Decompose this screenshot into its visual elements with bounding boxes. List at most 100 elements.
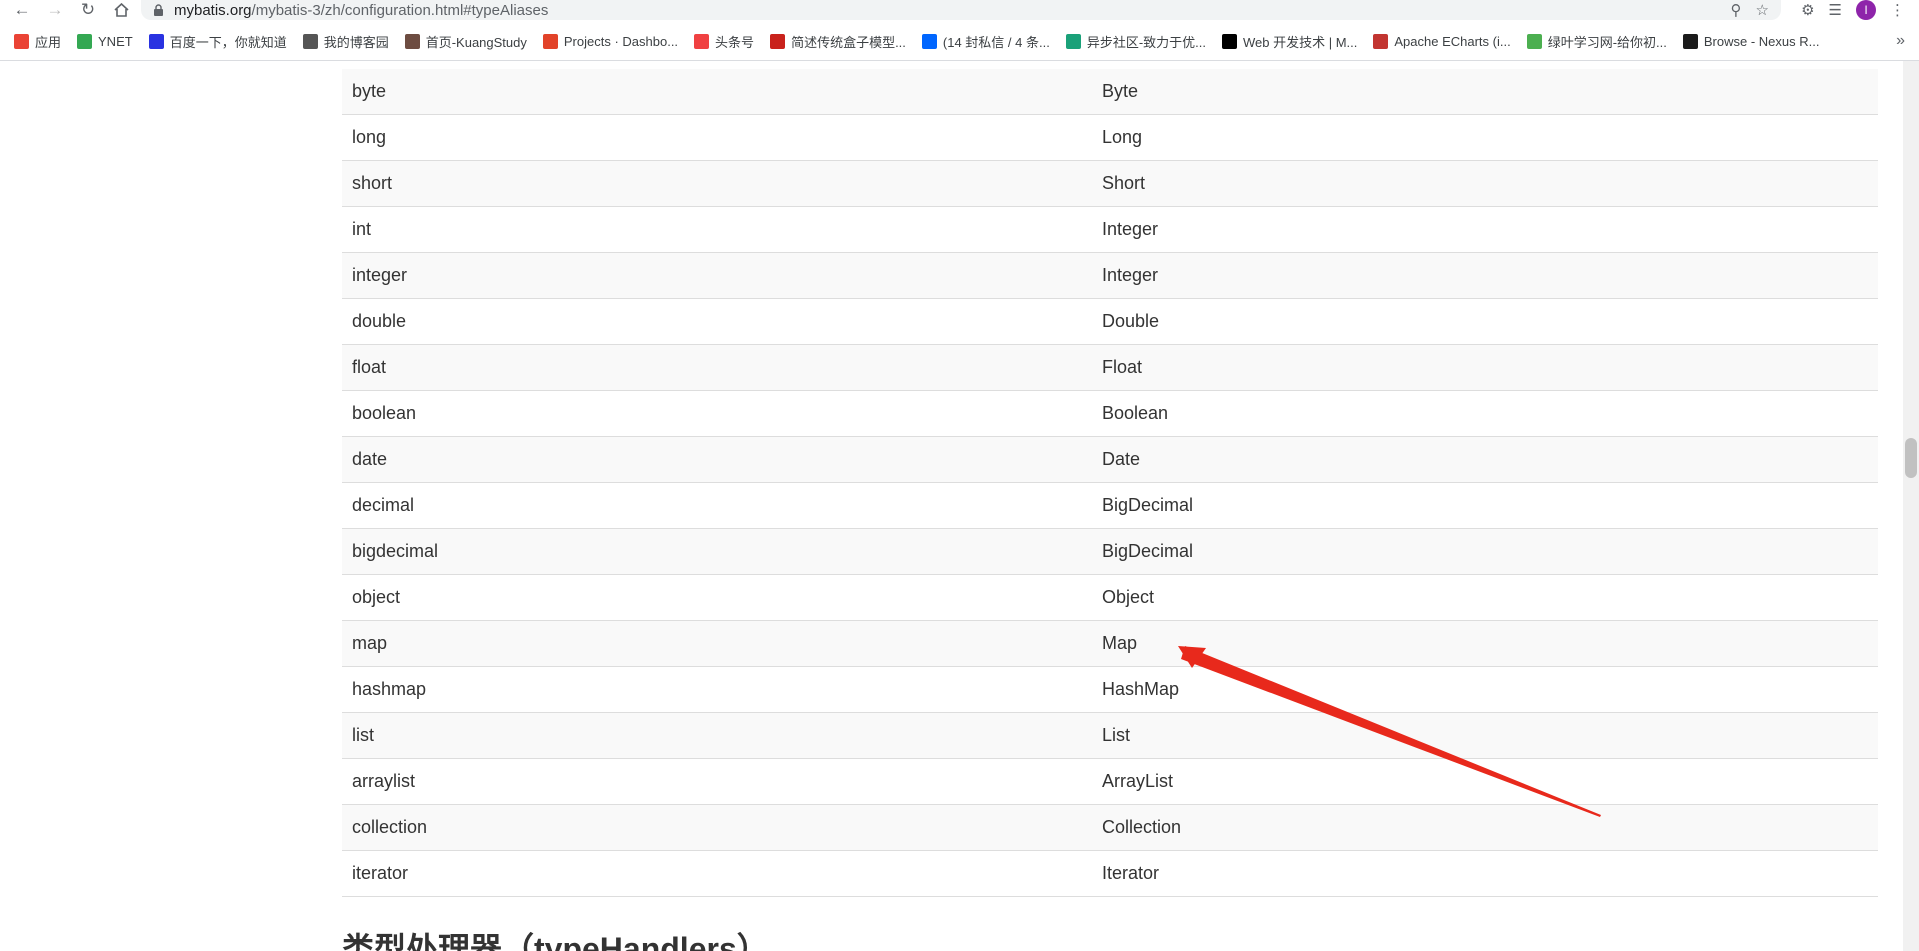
mapped-type-cell: Integer bbox=[1092, 252, 1878, 299]
back-arrow-icon[interactable]: ← bbox=[12, 0, 32, 20]
table-row: iterator Iterator bbox=[342, 850, 1878, 897]
mapped-type-cell: Map bbox=[1092, 620, 1878, 667]
mapped-type-cell: BigDecimal bbox=[1092, 482, 1878, 529]
mapped-type-cell: List bbox=[1092, 712, 1878, 759]
mapped-type-cell: Collection bbox=[1092, 804, 1878, 851]
nexus-icon bbox=[1682, 33, 1698, 49]
mapped-type-cell: Integer bbox=[1092, 206, 1878, 253]
alias-cell: int bbox=[342, 206, 1092, 253]
bookmark-label: Browse - Nexus R... bbox=[1703, 33, 1820, 49]
mdn-icon bbox=[1222, 33, 1237, 49]
bookmark-label: 首页-KuangStudy bbox=[425, 34, 527, 50]
table-row: boolean Boolean bbox=[342, 390, 1878, 437]
bookmark-label: 头条号 bbox=[715, 34, 755, 50]
baidu-paw-icon bbox=[148, 33, 164, 49]
type-aliases-table: byte Byte long Long short Short int Integer inte… bbox=[342, 69, 1878, 897]
bookmark-item[interactable]: Browse - Nexus R... bbox=[1675, 33, 1828, 49]
bookmark-item[interactable]: 应用 bbox=[0, 32, 69, 51]
url-path: /mybatis-3/zh/configuration.html#typeAli… bbox=[251, 1, 549, 19]
table-row: double Double bbox=[342, 298, 1878, 345]
echarts-icon bbox=[1373, 33, 1389, 49]
bookmark-label: Apache ECharts (i... bbox=[1394, 33, 1511, 49]
bookmark-item[interactable]: Projects · Dashbo... bbox=[535, 33, 686, 49]
bookmark-label: YNET bbox=[98, 33, 133, 49]
ynet-icon bbox=[77, 33, 93, 49]
alias-cell: boolean bbox=[342, 390, 1092, 437]
epubit-icon bbox=[1065, 33, 1081, 49]
alias-cell: object bbox=[342, 574, 1092, 621]
bookmark-item[interactable]: 异步社区-致力于优... bbox=[1058, 32, 1214, 51]
toutiao-icon bbox=[694, 33, 710, 49]
csdn-icon bbox=[770, 33, 786, 49]
alias-cell: collection bbox=[342, 804, 1092, 851]
cnblogs-icon bbox=[302, 33, 318, 49]
bookmark-label: 我的博客园 bbox=[323, 34, 389, 50]
table-row: integer Integer bbox=[342, 252, 1878, 299]
table-row: hashmap HashMap bbox=[342, 666, 1878, 713]
bookmark-item[interactable]: 绿叶学习网-给你初... bbox=[1519, 32, 1675, 51]
gitlab-icon bbox=[542, 33, 558, 49]
mapped-type-cell: Long bbox=[1092, 114, 1878, 161]
alias-cell: short bbox=[342, 160, 1092, 207]
extensions-puzzle-icon[interactable]: ⚙ bbox=[1801, 1, 1814, 19]
alias-cell: arraylist bbox=[342, 758, 1092, 805]
browser-toolbar: ← → ↻ mybatis.org/mybatis-3/zh/configura… bbox=[0, 0, 1919, 20]
bookmark-label: (14 封私信 / 4 条... bbox=[942, 34, 1050, 50]
reading-list-icon[interactable]: ☰ bbox=[1829, 1, 1842, 19]
mapped-type-cell: HashMap bbox=[1092, 666, 1878, 713]
bookmark-item[interactable]: 我的博客园 bbox=[295, 32, 397, 51]
url-text: mybatis.org/mybatis-3/zh/configuration.h… bbox=[174, 2, 548, 19]
bookmark-item[interactable]: 简述传统盒子模型... bbox=[762, 32, 914, 51]
alias-cell: bigdecimal bbox=[342, 528, 1092, 575]
bookmark-item[interactable]: Apache ECharts (i... bbox=[1365, 33, 1518, 49]
table-row: int Integer bbox=[342, 206, 1878, 253]
profile-avatar[interactable]: I bbox=[1856, 0, 1876, 20]
bookmarks-bar: 应用 YNET 百度一下，你就知道 我的博客园 首页-KuangStudy Project… bbox=[0, 28, 1919, 54]
chevron-right-icon[interactable]: » bbox=[1896, 32, 1905, 50]
bookmark-label: 简述传统盒子模型... bbox=[791, 34, 906, 50]
alias-cell: hashmap bbox=[342, 666, 1092, 713]
bookmark-item[interactable]: 百度一下，你就知道 bbox=[141, 32, 295, 51]
table-row: float Float bbox=[342, 344, 1878, 391]
bookmark-label: 百度一下，你就知道 bbox=[169, 34, 287, 50]
zhihu-icon bbox=[921, 33, 937, 49]
alias-cell: list bbox=[342, 712, 1092, 759]
bookmark-item[interactable]: YNET bbox=[69, 33, 141, 49]
mapped-type-cell: BigDecimal bbox=[1092, 528, 1878, 575]
forward-arrow-icon[interactable]: → bbox=[45, 0, 65, 20]
mapped-type-cell: Float bbox=[1092, 344, 1878, 391]
vertical-scrollbar[interactable] bbox=[1903, 61, 1919, 951]
bookmark-star-icon[interactable]: ☆ bbox=[1756, 1, 1769, 19]
mapped-type-cell: Boolean bbox=[1092, 390, 1878, 437]
table-row: object Object bbox=[342, 574, 1878, 621]
url-host: mybatis.org bbox=[174, 1, 252, 19]
home-icon[interactable] bbox=[111, 0, 131, 20]
table-row: long Long bbox=[342, 114, 1878, 161]
alias-cell: decimal bbox=[342, 482, 1092, 529]
table-row: collection Collection bbox=[342, 804, 1878, 851]
address-bar[interactable]: mybatis.org/mybatis-3/zh/configuration.h… bbox=[141, 0, 1781, 20]
zoom-icon[interactable]: ⚲ bbox=[1731, 1, 1742, 19]
bookmark-item[interactable]: Web 开发技术 | M... bbox=[1214, 32, 1365, 51]
apps-grid-icon bbox=[14, 33, 29, 49]
mapped-type-cell: Double bbox=[1092, 298, 1878, 345]
mapped-type-cell: ArrayList bbox=[1092, 758, 1878, 805]
bookmark-label: 绿叶学习网-给你初... bbox=[1547, 34, 1667, 50]
scrollbar-thumb[interactable] bbox=[1905, 438, 1917, 478]
bookmark-item[interactable]: 头条号 bbox=[686, 32, 762, 51]
kuangstudy-icon bbox=[404, 33, 420, 49]
alias-cell: byte bbox=[342, 69, 1092, 115]
menu-kebab-icon[interactable]: ⋮ bbox=[1890, 1, 1905, 19]
mapped-type-cell: Byte bbox=[1092, 69, 1878, 115]
table-row: arraylist ArrayList bbox=[342, 758, 1878, 805]
alias-cell: integer bbox=[342, 252, 1092, 299]
lock-icon bbox=[153, 4, 164, 16]
bookmark-item[interactable]: (14 封私信 / 4 条... bbox=[914, 32, 1058, 51]
bookmark-item[interactable]: 首页-KuangStudy bbox=[397, 32, 535, 51]
alias-cell: float bbox=[342, 344, 1092, 391]
bookmark-label: 异步社区-致力于优... bbox=[1086, 34, 1206, 50]
table-row: decimal BigDecimal bbox=[342, 482, 1878, 529]
reload-icon[interactable]: ↻ bbox=[78, 0, 98, 20]
bookmark-label: Web 开发技术 | M... bbox=[1243, 34, 1358, 50]
mapped-type-cell: Short bbox=[1092, 160, 1878, 207]
